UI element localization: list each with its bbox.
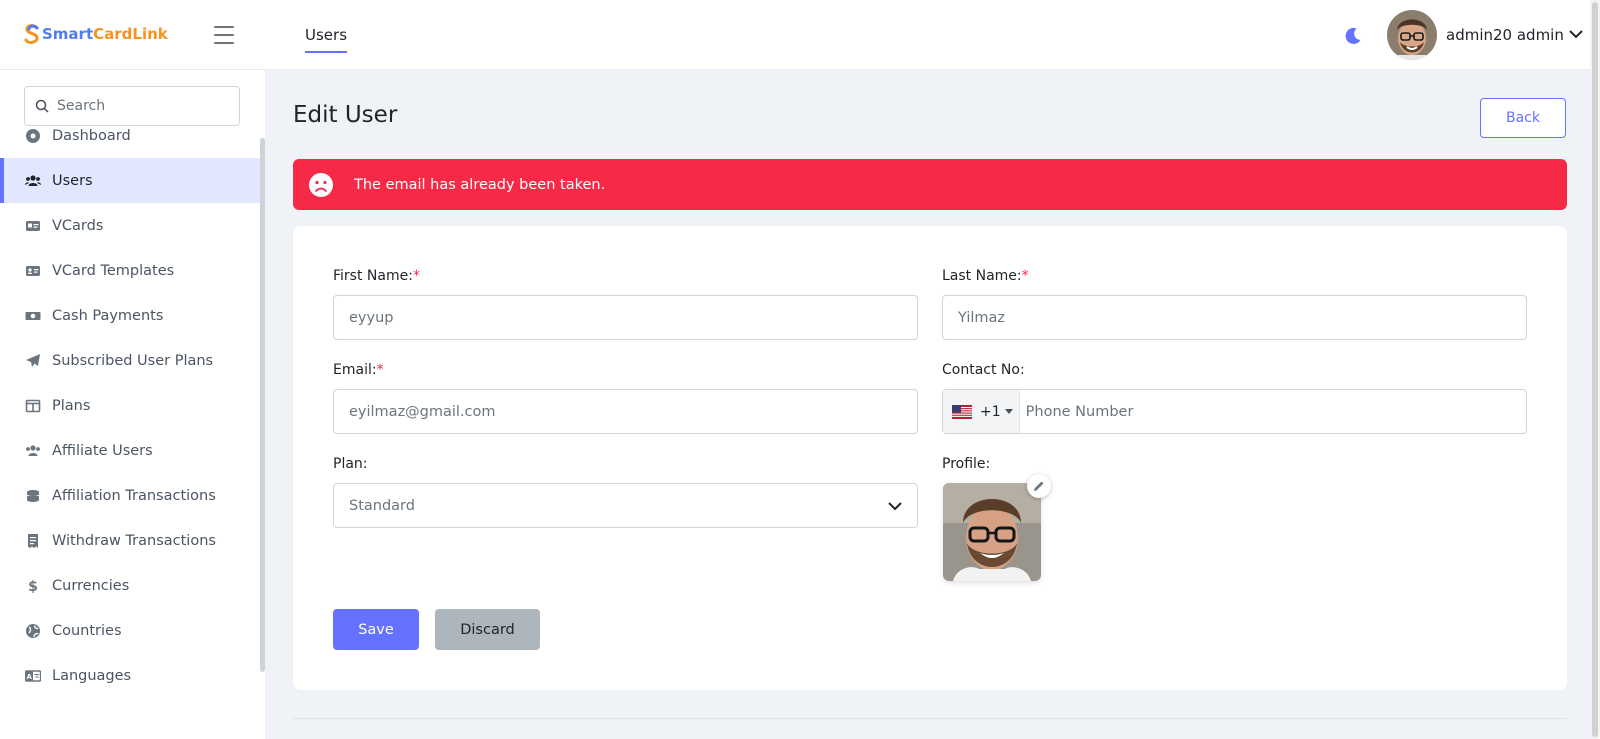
plan-selected-value: Standard	[349, 497, 415, 514]
last-name-input[interactable]	[958, 309, 1526, 326]
alert-message: The email has already been taken.	[354, 176, 606, 193]
sidebar-item-vcard-templates[interactable]: VCard Templates	[0, 248, 261, 293]
sidebar-item-users[interactable]: Users	[0, 158, 261, 203]
sidebar-item-dashboard[interactable]: Dashboard	[0, 113, 261, 158]
page-scrollbar[interactable]	[1590, 0, 1600, 739]
chevron-down-icon[interactable]	[1568, 28, 1584, 40]
sad-face-icon	[309, 172, 333, 197]
dark-mode-moon-icon[interactable]	[1343, 26, 1363, 46]
sidebar-item-label: Cash Payments	[52, 307, 164, 324]
sidebar-item-affiliate-users[interactable]: Affiliate Users	[0, 428, 261, 473]
required-marker: *	[1021, 268, 1029, 284]
required-marker: *	[412, 268, 420, 284]
svg-text:$: $	[28, 579, 38, 594]
paper-plane-icon	[24, 352, 42, 370]
language-icon: A	[24, 667, 42, 685]
last-name-field[interactable]	[942, 295, 1527, 340]
sidebar-item-label: Withdraw Transactions	[52, 532, 216, 549]
sidebar-item-label: Currencies	[52, 577, 130, 594]
sidebar-scrollbar[interactable]	[260, 138, 265, 672]
coins-icon	[24, 487, 42, 505]
users-icon	[24, 442, 42, 460]
email-field[interactable]	[333, 389, 918, 434]
caret-down-icon	[1004, 408, 1013, 414]
last-name-label: Last Name:*	[942, 268, 1029, 284]
plan-label: Plan:	[333, 456, 368, 472]
first-name-input[interactable]	[349, 309, 917, 326]
contact-field[interactable]: +1	[942, 389, 1527, 434]
email-label: Email:*	[333, 362, 384, 378]
sidebar-item-label: Dashboard	[52, 127, 131, 144]
brand-name-part2: CardLink	[93, 25, 168, 43]
sidebar-item-currencies[interactable]: $ Currencies	[0, 563, 261, 608]
sidebar-item-withdraw-transactions[interactable]: Withdraw Transactions	[0, 518, 261, 563]
required-marker: *	[376, 362, 384, 378]
logo-mark-icon	[24, 24, 39, 44]
id-card-icon	[24, 262, 42, 280]
dollar-icon: $	[24, 577, 42, 595]
profile-label: Profile:	[942, 456, 991, 472]
user-name[interactable]: admin20 admin	[1446, 26, 1564, 44]
email-label-text: Email:	[333, 362, 377, 378]
sidebar-item-label: Users	[52, 172, 93, 189]
globe-icon	[24, 622, 42, 640]
contact-label: Contact No:	[942, 362, 1025, 378]
search-input[interactable]	[57, 98, 217, 114]
plan-select[interactable]: Standard	[333, 483, 918, 528]
dashboard-icon	[24, 127, 42, 145]
sidebar-item-cash-payments[interactable]: Cash Payments	[0, 293, 261, 338]
error-alert: The email has already been taken.	[293, 159, 1567, 210]
first-name-label-text: First Name:	[333, 268, 413, 284]
sidebar-item-vcards[interactable]: VCards	[0, 203, 261, 248]
chevron-down-icon	[888, 502, 902, 511]
divider	[293, 718, 1567, 719]
profile-image[interactable]	[943, 483, 1041, 581]
sidebar-item-affiliation-transactions[interactable]: Affiliation Transactions	[0, 473, 261, 518]
sidebar-item-countries[interactable]: Countries	[0, 608, 261, 653]
user-avatar[interactable]	[1387, 10, 1437, 60]
money-icon	[24, 307, 42, 325]
sidebar-item-label: Languages	[52, 667, 132, 684]
last-name-label-text: Last Name:	[942, 268, 1022, 284]
brand-name-part1: Smart	[42, 25, 94, 43]
sidebar-item-languages[interactable]: A Languages	[0, 653, 261, 698]
edit-profile-image-button[interactable]	[1027, 474, 1051, 498]
sidebar-item-label: VCard Templates	[52, 262, 175, 279]
email-input[interactable]	[349, 403, 917, 420]
sidebar-item-label: Affiliation Transactions	[52, 487, 216, 504]
save-button[interactable]: Save	[333, 609, 419, 650]
sidebar-nav: Dashboard Users VCards VCard Templates C…	[0, 113, 261, 698]
first-name-label: First Name:*	[333, 268, 420, 284]
columns-icon	[24, 397, 42, 415]
receipt-icon	[24, 532, 42, 550]
country-code-selector[interactable]: +1	[943, 390, 1020, 433]
menu-toggle-icon[interactable]	[214, 26, 234, 44]
discard-button[interactable]: Discard	[435, 609, 540, 650]
sidebar-item-label: VCards	[52, 217, 104, 234]
us-flag-icon	[952, 404, 972, 419]
search-icon	[35, 99, 49, 113]
phone-input[interactable]	[1019, 403, 1526, 420]
first-name-field[interactable]	[333, 295, 918, 340]
page-title: Edit User	[293, 102, 398, 128]
sidebar-item-label: Countries	[52, 622, 122, 639]
brand-logo[interactable]: Smart CardLink	[24, 24, 168, 44]
sidebar-item-label: Subscribed User Plans	[52, 352, 214, 369]
sidebar-item-plans[interactable]: Plans	[0, 383, 261, 428]
vcard-icon	[24, 217, 42, 235]
sidebar-item-label: Affiliate Users	[52, 442, 153, 459]
back-button[interactable]: Back	[1480, 98, 1566, 138]
pencil-icon	[1034, 481, 1044, 491]
svg-text:A: A	[26, 673, 32, 681]
sidebar-item-label: Plans	[52, 397, 91, 414]
dial-code: +1	[980, 403, 1001, 420]
top-bar: Smart CardLink Users admin20 admin	[0, 0, 1600, 70]
sidebar-item-subscribed-user-plans[interactable]: Subscribed User Plans	[0, 338, 261, 383]
header-tab-users[interactable]: Users	[305, 26, 348, 53]
users-icon	[24, 172, 42, 190]
